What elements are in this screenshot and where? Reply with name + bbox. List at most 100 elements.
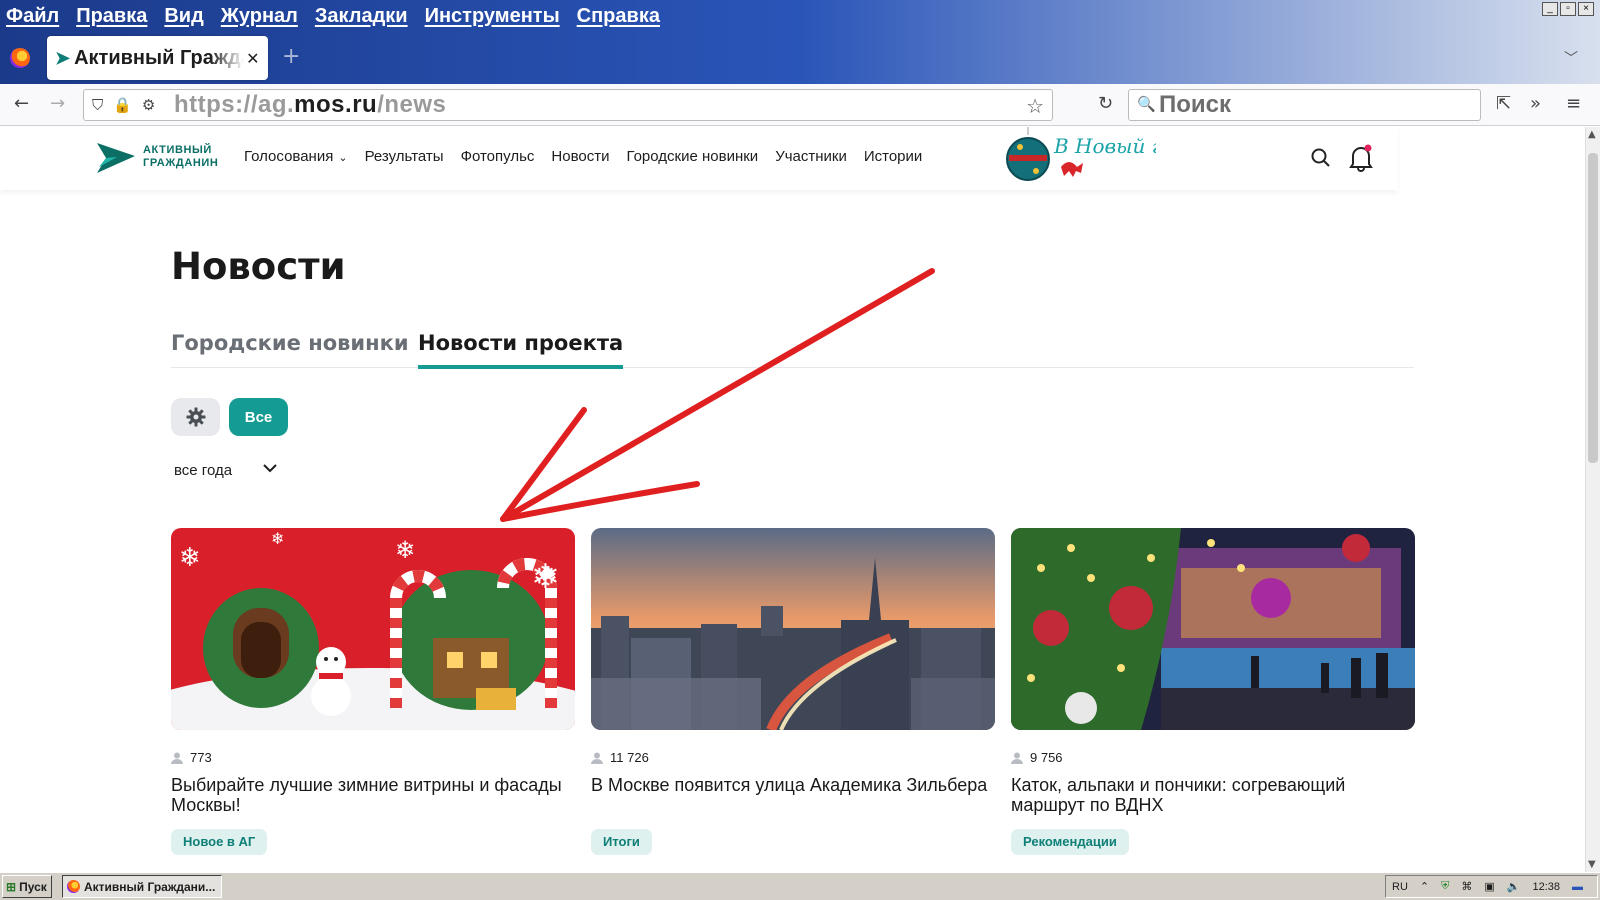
ag-logo-icon[interactable]	[97, 143, 135, 173]
svg-text:❄: ❄	[271, 529, 284, 548]
new-tab-button[interactable]: +	[282, 44, 300, 69]
language-indicator[interactable]: RU	[1392, 881, 1408, 893]
volume-icon[interactable]: 🔈	[1507, 880, 1521, 893]
system-tray: RU ⌃ ⛨ ⌘ ▣ 🔈 12:38 ▬	[1385, 875, 1598, 898]
start-button[interactable]: ⊞ Пуск	[2, 875, 52, 898]
navigation-toolbar: ← → ⛉🔒⚙ https://ag.mos.ru/news ☆ ↻ 🔍 Пои…	[0, 84, 1600, 126]
notification-bell-icon[interactable]	[1349, 144, 1373, 172]
nav-participants[interactable]: Участники	[775, 148, 847, 165]
site-search-icon[interactable]	[1311, 148, 1331, 168]
nav-votes[interactable]: Голосования ⌄	[244, 148, 348, 165]
firefox-icon[interactable]	[10, 48, 30, 68]
news-card-title[interactable]: Каток, альпаки и пончики: согревающий ма…	[1011, 775, 1411, 815]
nav-city-novelties[interactable]: Городские новинки	[626, 148, 758, 165]
gear-icon	[186, 407, 205, 427]
tab-title: Активный Гражданин	[74, 46, 244, 69]
menu-tools[interactable]: Инструменты	[425, 5, 560, 28]
views-count: 11 726	[591, 750, 649, 765]
maximize-button[interactable]: ▫	[1560, 2, 1576, 16]
site-favicon-icon: ➤	[55, 47, 71, 68]
nav-photopulse[interactable]: Фотопульс	[461, 148, 535, 165]
site-header: АКТИВНЫЙ ГРАЖДАНИН Голосования ⌄ Результа…	[0, 127, 1398, 190]
tracking-lock-permissions-icons[interactable]: ⛉🔒⚙	[92, 96, 165, 114]
filter-settings-button[interactable]	[171, 398, 220, 436]
news-card-image[interactable]: ❄ ❄ ❄ ❄	[171, 528, 575, 730]
news-card-tag[interactable]: Итоги	[591, 829, 652, 855]
news-card[interactable]: 9 756 Каток, альпаки и пончики: согреваю…	[1011, 528, 1415, 855]
new-year-banner[interactable]: В Новый год!	[1006, 127, 1156, 189]
address-url[interactable]: https://ag.mos.ru/news	[174, 91, 446, 119]
address-bar[interactable]: ⛉🔒⚙ https://ag.mos.ru/news ☆	[83, 89, 1053, 121]
scroll-down-arrow-icon[interactable]: ▼	[1588, 859, 1596, 870]
menu-bar: Файл Правка Вид Журнал Закладки Инструме…	[0, 0, 677, 32]
overflow-chevron-icon[interactable]: »	[1530, 94, 1541, 114]
search-placeholder: Поиск	[1159, 91, 1232, 118]
views-count: 773	[171, 750, 212, 765]
news-card-title[interactable]: Выбирайте лучшие зимние витрины и фасады…	[171, 775, 571, 815]
nav-stories[interactable]: Истории	[864, 148, 922, 165]
tab-city-novelties[interactable]: Городские новинки	[171, 331, 409, 355]
windows-logo-icon: ⊞	[6, 879, 17, 894]
bookmark-star-icon[interactable]: ☆	[1026, 94, 1044, 118]
user-icon	[171, 752, 183, 764]
news-card-image[interactable]	[591, 528, 995, 730]
tray-expand-icon[interactable]: ⌃	[1420, 880, 1429, 893]
clock[interactable]: 12:38	[1532, 881, 1560, 893]
menu-history[interactable]: Журнал	[221, 5, 298, 28]
scrollbar-thumb[interactable]	[1588, 153, 1598, 463]
svg-text:В Новый год!: В Новый год!	[1053, 134, 1156, 158]
menu-file[interactable]: Файл	[6, 5, 59, 28]
scroll-up-arrow-icon[interactable]: ▲	[1588, 129, 1596, 140]
window-controls: _ ▫ ×	[1542, 2, 1594, 16]
tab-strip: ➤ Активный Гражданин ✕ + ﹀	[0, 36, 1600, 82]
network-icon[interactable]: ▣	[1484, 880, 1494, 893]
browser-tab-active[interactable]: ➤ Активный Гражданин ✕	[47, 36, 268, 80]
firefox-icon	[67, 880, 80, 893]
search-icon: 🔍	[1137, 95, 1156, 113]
news-tabs: Городские новинки Новости проекта	[171, 331, 1414, 369]
extensions-icon[interactable]: ⇱	[1496, 94, 1511, 114]
menu-view[interactable]: Вид	[164, 5, 203, 28]
tab-project-news[interactable]: Новости проекта	[418, 331, 624, 369]
nav-results[interactable]: Результаты	[365, 148, 444, 165]
news-card-image[interactable]	[1011, 528, 1415, 730]
list-tabs-chevron-icon[interactable]: ﹀	[1564, 48, 1578, 68]
search-bar[interactable]: 🔍 Поиск	[1128, 89, 1481, 121]
menu-help[interactable]: Справка	[577, 5, 660, 28]
minimize-button[interactable]: _	[1542, 2, 1558, 16]
menu-bookmarks[interactable]: Закладки	[315, 5, 408, 28]
svg-text:❄: ❄	[531, 557, 560, 597]
site-nav: Голосования ⌄ Результаты Фотопульс Новост…	[244, 148, 922, 165]
news-card[interactable]: 11 726 В Москве появится улица Академика…	[591, 528, 995, 855]
vertical-scrollbar[interactable]: ▲ ▼	[1585, 127, 1600, 872]
hamburger-menu-icon[interactable]: ≡	[1566, 94, 1581, 114]
menu-edit[interactable]: Правка	[76, 5, 147, 28]
os-taskbar: ⊞ Пуск Активный Граждани... RU ⌃ ⛨ ⌘ ▣ 🔈…	[0, 872, 1600, 900]
news-card[interactable]: ❄ ❄ ❄ ❄ 773 Выбирайте лучшие зимние витр…	[171, 528, 575, 855]
close-tab-icon[interactable]: ✕	[246, 49, 259, 68]
reload-icon[interactable]: ↻	[1098, 94, 1113, 114]
views-count: 9 756	[1011, 750, 1063, 765]
forward-arrow-icon[interactable]: →	[50, 94, 65, 114]
shield-icon[interactable]: ⛨	[1441, 880, 1449, 893]
year-select-value: все года	[174, 462, 233, 479]
window-titlebar: Файл Правка Вид Журнал Закладки Инструме…	[0, 0, 1600, 84]
news-card-tag[interactable]: Новое в АГ	[171, 829, 268, 855]
show-desktop-icon[interactable]: ▬	[1572, 881, 1583, 893]
usb-icon[interactable]: ⌘	[1461, 880, 1472, 893]
chevron-down-icon	[263, 464, 277, 473]
svg-text:❄: ❄	[395, 536, 415, 564]
news-card-tag[interactable]: Рекомендации	[1011, 829, 1129, 855]
user-icon	[591, 752, 603, 764]
news-card-title[interactable]: В Москве появится улица Академика Зильбе…	[591, 775, 991, 795]
filter-all-button[interactable]: Все	[229, 398, 288, 436]
chevron-down-icon: ⌄	[338, 152, 348, 164]
close-window-button[interactable]: ×	[1578, 2, 1594, 16]
page-title: Новости	[171, 245, 346, 288]
user-icon	[1011, 752, 1023, 764]
nav-news[interactable]: Новости	[551, 148, 609, 165]
site-logo-text[interactable]: АКТИВНЫЙ ГРАЖДАНИН	[143, 144, 218, 170]
back-arrow-icon[interactable]: ←	[14, 94, 29, 114]
taskbar-item-browser[interactable]: Активный Граждани...	[62, 875, 222, 898]
year-select[interactable]: все года	[174, 462, 277, 479]
